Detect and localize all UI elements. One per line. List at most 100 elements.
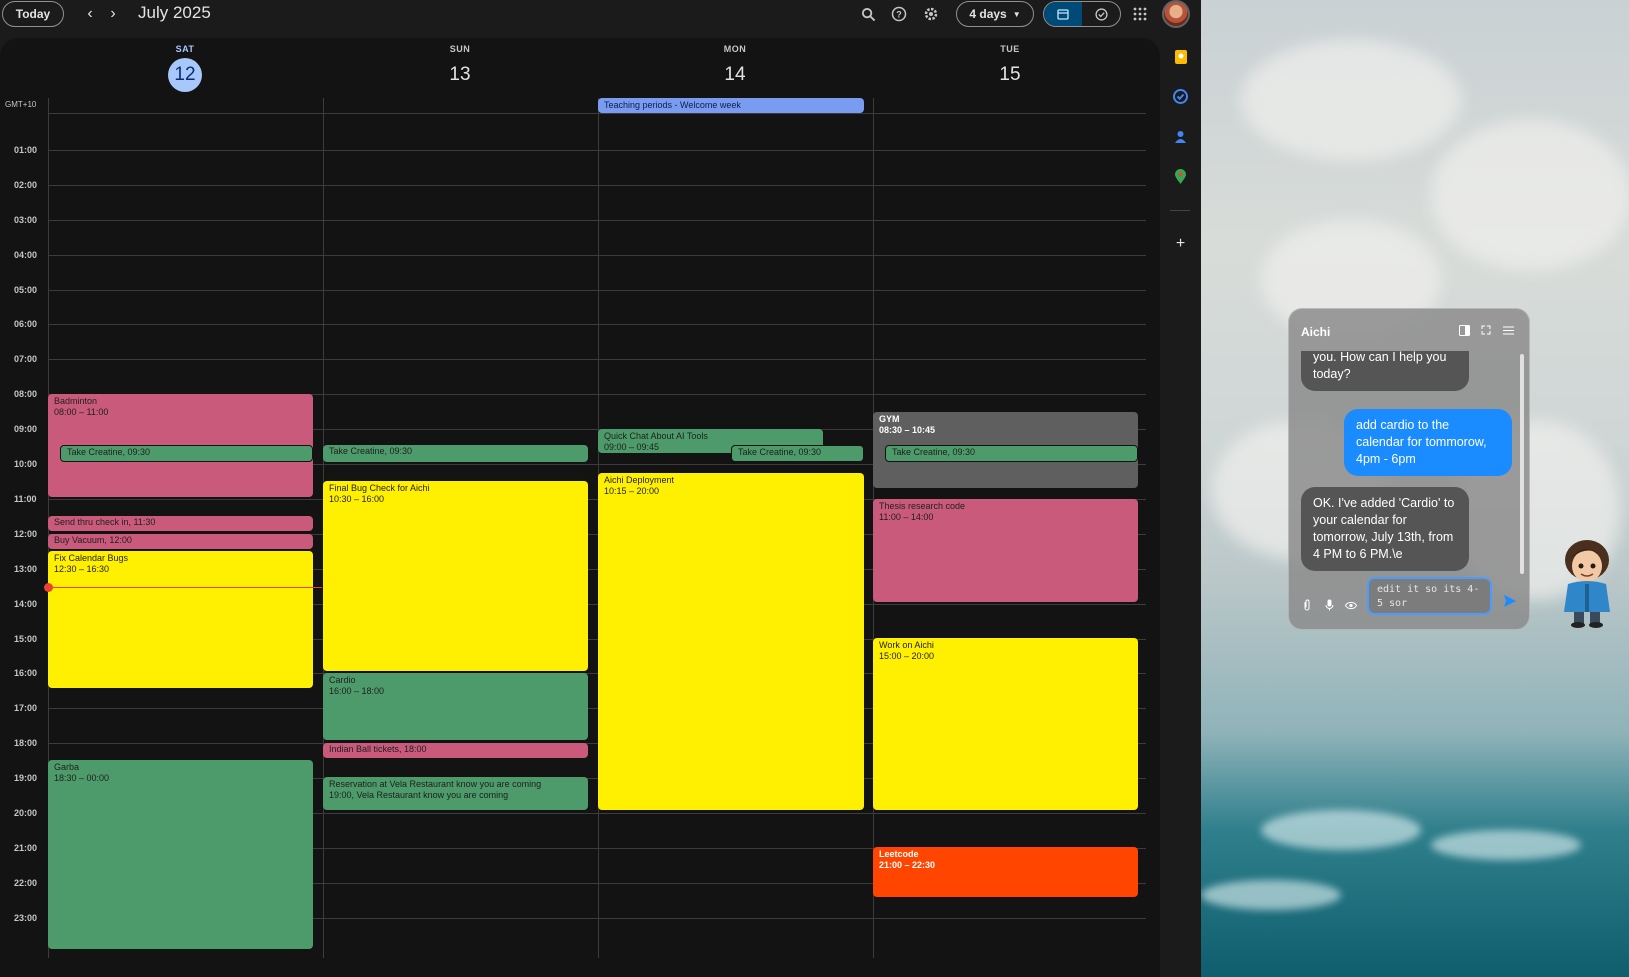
hour-label: 15:00 xyxy=(14,633,38,644)
help-icon[interactable]: ? xyxy=(888,3,910,25)
add-icon[interactable]: + xyxy=(1172,235,1189,252)
keep-icon[interactable] xyxy=(1172,48,1189,65)
hour-label: 19:00 xyxy=(14,773,38,784)
current-time-dot xyxy=(44,583,53,592)
event-creatine[interactable]: Take Creatine, 09:30 xyxy=(323,445,588,462)
hour-label: 14:00 xyxy=(14,598,38,609)
event-title: Take Creatine, 09:30 xyxy=(67,447,151,457)
allday-event[interactable]: Teaching periods - Welcome week xyxy=(598,98,864,113)
chat-message-bot: you. How can I help you today? xyxy=(1301,351,1469,391)
event-time: 10:15 – 20:00 xyxy=(604,486,660,496)
current-time-line xyxy=(48,587,322,588)
hour-label: 10:00 xyxy=(14,459,38,469)
expand-icon[interactable] xyxy=(1479,323,1493,337)
event-final-bug-check[interactable]: Final Bug Check for Aichi 10:30 – 16:00 xyxy=(323,481,588,671)
mic-icon[interactable] xyxy=(1323,599,1335,611)
day-number[interactable]: 15 xyxy=(993,58,1027,92)
event-title: Quick Chat About AI Tools xyxy=(604,431,708,441)
hour-line xyxy=(48,324,1146,326)
calendar-view-icon[interactable] xyxy=(1044,2,1082,26)
hour-label: 11:00 xyxy=(14,493,37,504)
chat-message-user: add cardio to the calendar for tommorow,… xyxy=(1344,409,1512,476)
event-vela-reservation[interactable]: Reservation at Vela Restaurant know you … xyxy=(323,777,588,810)
event-indian-ball[interactable]: Indian Ball tickets, 18:00 xyxy=(323,743,588,758)
event-creatine[interactable]: Take Creatine, 09:30 xyxy=(885,445,1138,462)
day-header-tue: TUE 15 xyxy=(873,44,1147,92)
event-title: Take Creatine, 09:30 xyxy=(329,446,413,456)
hour-line xyxy=(48,149,1146,151)
calendar-grid: SAT 12 SUN 13 MON 14 TUE 15 GMT+10 01:00… xyxy=(0,38,1160,977)
tasks-view-icon[interactable] xyxy=(1082,2,1120,26)
attach-icon[interactable] xyxy=(1301,599,1313,611)
today-button[interactable]: Today xyxy=(2,1,64,27)
hour-label: 13:00 xyxy=(14,563,38,574)
hour-label: 03:00 xyxy=(14,214,38,225)
chevron-left-icon[interactable]: ‹ xyxy=(80,4,100,24)
hour-label: 12:00 xyxy=(14,528,38,539)
hour-label: 09:00 xyxy=(14,424,38,435)
event-title: Fix Calendar Bugs xyxy=(54,553,129,563)
event-work-on-aichi[interactable]: Work on Aichi 15:00 – 20:00 xyxy=(873,638,1138,810)
month-title: July 2025 xyxy=(138,3,211,22)
hour-label: 16:00 xyxy=(14,668,38,679)
hour-label: 07:00 xyxy=(14,354,38,365)
day-header-sun: SUN 13 xyxy=(323,44,597,92)
event-title: Thesis research code xyxy=(879,501,966,511)
hour-line xyxy=(48,219,1146,221)
event-title: Send thru check in, 11:30 xyxy=(54,517,156,527)
day-name: SUN xyxy=(449,44,471,54)
day-name: SAT xyxy=(175,44,195,54)
chat-message-bot: OK. I've added 'Cardio' to your calendar… xyxy=(1301,487,1469,571)
day-name: MON xyxy=(723,44,747,54)
sidebar-toggle-icon[interactable] xyxy=(1457,323,1471,337)
calendar-toolbar: Today ‹ › July 2025 ? 4 days ▼ xyxy=(0,0,1201,28)
timezone-label: GMT+10 xyxy=(5,100,37,109)
hour-label: 18:00 xyxy=(14,738,38,749)
event-vacuum[interactable]: Buy Vacuum, 12:00 xyxy=(48,534,313,549)
hour-label: 06:00 xyxy=(14,319,38,330)
event-title: Reservation at Vela Restaurant know you … xyxy=(329,779,542,789)
send-icon[interactable] xyxy=(1503,594,1517,608)
event-creatine[interactable]: Take Creatine, 09:30 xyxy=(731,445,864,462)
event-fix-bugs[interactable]: Fix Calendar Bugs 12:30 – 16:30 xyxy=(48,551,313,688)
settings-icon[interactable] xyxy=(920,3,942,25)
contacts-icon[interactable] xyxy=(1172,128,1189,145)
side-divider xyxy=(1170,210,1190,211)
day-number[interactable]: 12 xyxy=(168,58,202,92)
day-header-mon: MON 14 xyxy=(598,44,872,92)
avatar[interactable] xyxy=(1162,0,1190,28)
event-send-thru[interactable]: Send thru check in, 11:30 xyxy=(48,516,313,531)
mascot-character[interactable] xyxy=(1556,536,1618,628)
day-number[interactable]: 14 xyxy=(718,58,752,92)
menu-icon[interactable] xyxy=(1501,323,1515,337)
event-time: 18:30 – 00:00 xyxy=(54,773,110,783)
chevron-right-icon[interactable]: › xyxy=(103,4,123,24)
chat-title: Aichi xyxy=(1301,325,1331,339)
event-title: Buy Vacuum, 12:00 xyxy=(54,535,132,545)
day-number[interactable]: 13 xyxy=(443,58,477,92)
search-icon[interactable] xyxy=(857,3,879,25)
chat-input[interactable]: edit it so its 4-5 sor xyxy=(1367,577,1492,615)
event-title: Badminton xyxy=(54,396,98,406)
event-garba[interactable]: Garba 18:30 – 00:00 xyxy=(48,760,313,949)
event-title: Work on Aichi xyxy=(879,640,934,650)
event-title: Final Bug Check for Aichi xyxy=(329,483,430,493)
hour-line xyxy=(48,254,1146,256)
hour-label: 08:00 xyxy=(14,389,38,400)
event-time: 16:00 – 18:00 xyxy=(329,686,385,696)
hour-label: 04:00 xyxy=(14,249,38,260)
event-thesis-research[interactable]: Thesis research code 11:00 – 14:00 xyxy=(873,499,1138,602)
eye-icon[interactable] xyxy=(1345,599,1357,611)
event-aichi-deployment[interactable]: Aichi Deployment 10:15 – 20:00 xyxy=(598,473,864,810)
day-name: TUE xyxy=(1000,44,1020,54)
event-leetcode[interactable]: Leetcode 21:00 – 22:30 xyxy=(873,847,1138,897)
event-cardio[interactable]: Cardio 16:00 – 18:00 xyxy=(323,673,588,740)
tasks-icon[interactable] xyxy=(1172,88,1189,105)
event-title: Leetcode xyxy=(879,849,919,859)
event-time: 08:30 – 10:45 xyxy=(879,425,936,435)
event-creatine[interactable]: Take Creatine, 09:30 xyxy=(60,445,313,462)
view-select[interactable]: 4 days ▼ xyxy=(956,1,1034,27)
chat-scrollbar[interactable] xyxy=(1520,354,1524,574)
maps-icon[interactable] xyxy=(1172,168,1189,185)
apps-grid-icon[interactable] xyxy=(1129,3,1151,25)
